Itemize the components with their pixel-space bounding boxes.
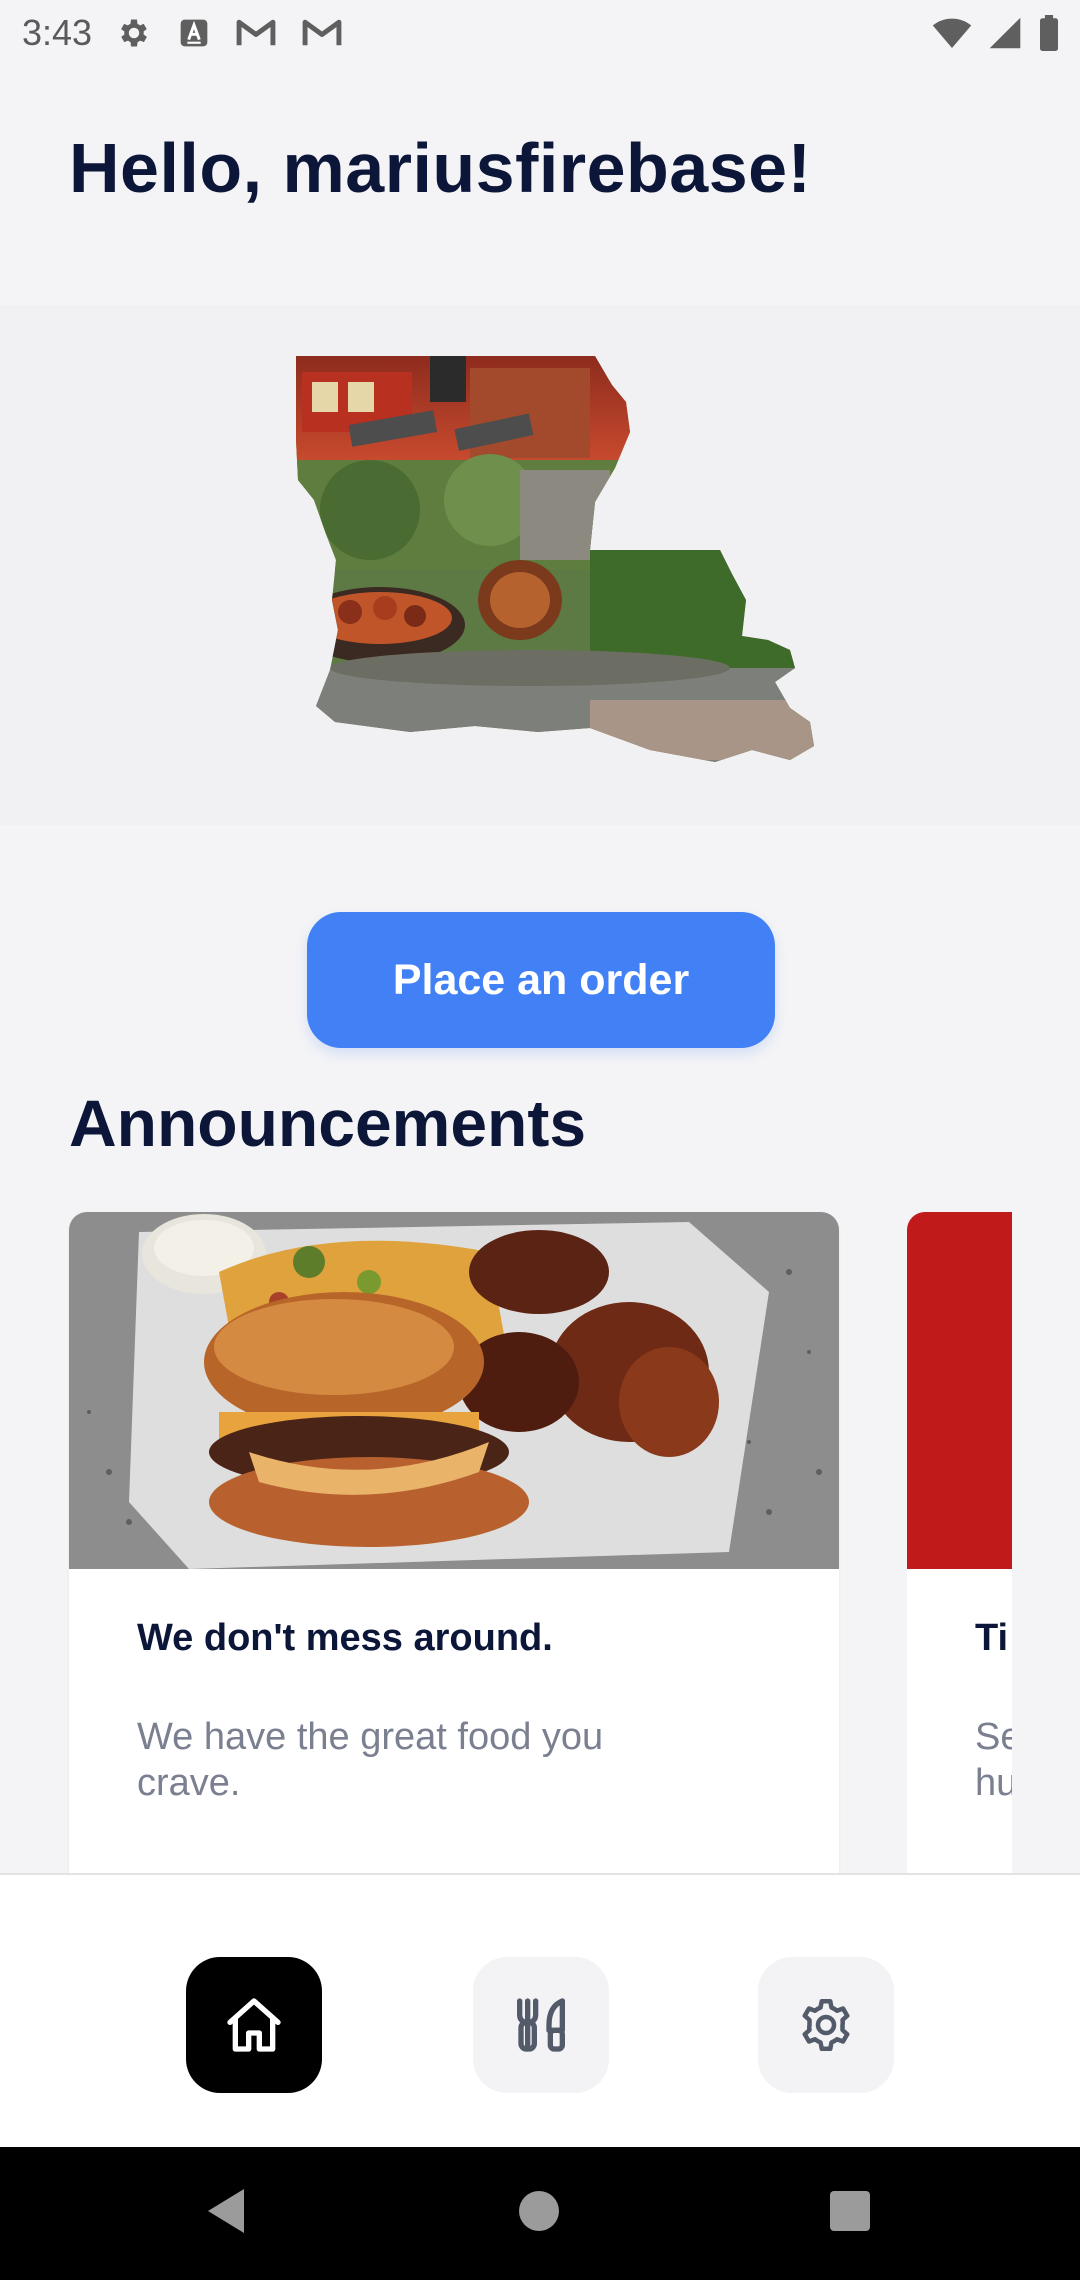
nav-settings-button[interactable] bbox=[758, 1957, 894, 2093]
bottom-navigation bbox=[0, 1873, 1080, 2147]
recents-icon[interactable] bbox=[829, 2190, 871, 2232]
notification-icons bbox=[116, 15, 342, 51]
status-right bbox=[932, 15, 1060, 51]
status-left: 3:43 bbox=[22, 12, 342, 54]
nav-home-button[interactable] bbox=[186, 1957, 322, 2093]
battery-icon bbox=[1040, 15, 1058, 51]
louisiana-collage-image bbox=[296, 356, 814, 762]
announcements-carousel[interactable]: We don't mess around. We have the great … bbox=[0, 1210, 1080, 1875]
home-circle-icon[interactable] bbox=[517, 2189, 561, 2233]
announcement-text: We have the great food you crave. bbox=[137, 1716, 604, 1804]
fork-knife-icon bbox=[517, 1998, 565, 2052]
home-icon bbox=[227, 1998, 281, 2052]
greeting-title: Hello, mariusfirebase! bbox=[69, 129, 812, 207]
next-card-clip: Ti Se hu bbox=[907, 1210, 1012, 1875]
signal-icon bbox=[989, 17, 1021, 49]
gear-icon bbox=[121, 19, 147, 47]
status-bar: 3:43 bbox=[0, 0, 1080, 66]
system-navigation-bar bbox=[0, 2147, 1080, 2280]
announcements-title: Announcements bbox=[69, 1086, 587, 1160]
announcement-title: Ti bbox=[975, 1617, 1009, 1659]
wifi-icon bbox=[932, 18, 972, 48]
gmail-icon bbox=[236, 19, 276, 46]
place-order-button[interactable]: Place an order bbox=[307, 912, 775, 1048]
announcement-card[interactable]: Ti Se hu bbox=[907, 1212, 1012, 1875]
nav-menu-button[interactable] bbox=[473, 1957, 609, 2093]
burger-and-wings-photo bbox=[69, 1212, 839, 1569]
announcement-card[interactable]: We don't mess around. We have the great … bbox=[69, 1212, 839, 1875]
hero-banner bbox=[0, 305, 1080, 825]
announcement-title: We don't mess around. bbox=[137, 1617, 553, 1659]
gear-icon bbox=[802, 1999, 850, 2051]
gmail-icon bbox=[302, 19, 342, 46]
a-box-icon bbox=[180, 19, 208, 47]
red-promo-photo bbox=[907, 1212, 1012, 1569]
back-icon[interactable] bbox=[204, 2185, 248, 2237]
status-time: 3:43 bbox=[22, 12, 93, 53]
announcement-text: Se hu bbox=[975, 1716, 1012, 1804]
